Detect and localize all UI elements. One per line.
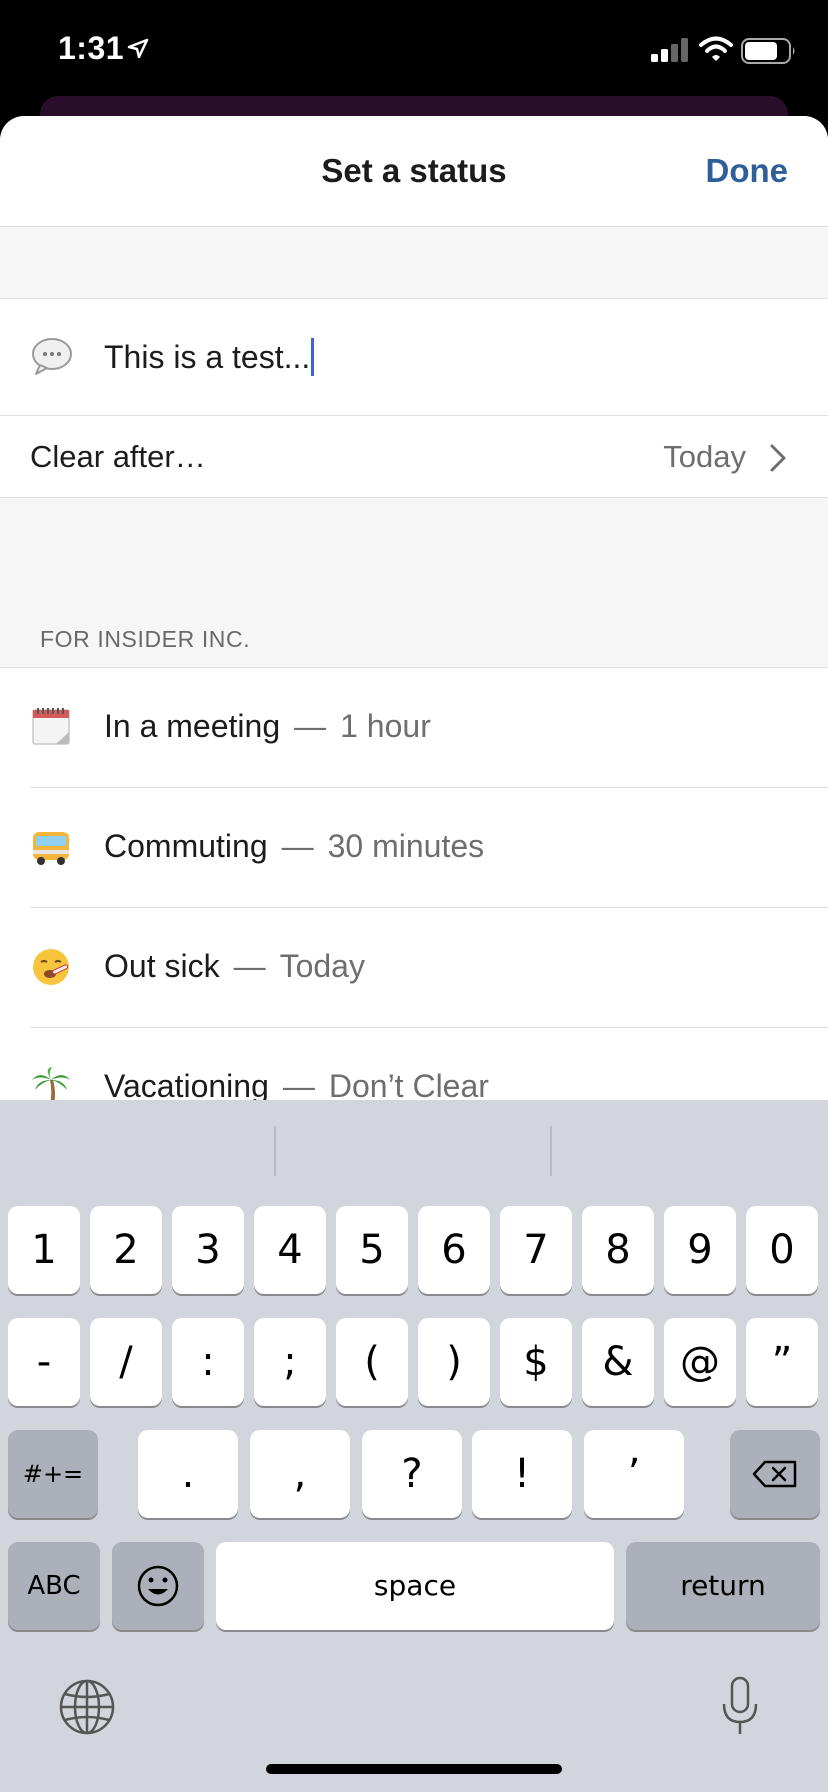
prediction-divider [550, 1126, 552, 1176]
key-apostrophe[interactable]: ’ [584, 1430, 684, 1518]
key-2[interactable]: 2 [90, 1206, 162, 1294]
preset-text: In a meeting — 1 hour [104, 708, 431, 745]
clear-after-row[interactable]: Clear after… Today [0, 416, 828, 498]
key-period[interactable]: . [138, 1430, 238, 1518]
key-return[interactable]: return [626, 1542, 820, 1630]
status-input-row[interactable]: This is a test... [0, 298, 828, 416]
preset-commuting[interactable]: Commuting — 30 minutes [0, 788, 828, 908]
wifi-icon [699, 36, 733, 61]
status-bar: 1:31 [0, 0, 828, 100]
clear-after-label: Clear after… [30, 439, 206, 474]
preset-text: Vacationing — Don’t Clear [104, 1068, 489, 1100]
keyboard: 1 2 3 4 5 6 7 8 9 0 - / : ; ( ) $ & @ ” … [0, 1100, 828, 1792]
key-quote[interactable]: ” [746, 1318, 818, 1406]
globe-icon[interactable] [58, 1678, 116, 1736]
preset-dash: — [294, 708, 327, 744]
key-8[interactable]: 8 [582, 1206, 654, 1294]
key-9[interactable]: 9 [664, 1206, 736, 1294]
key-abc-mode[interactable]: ABC [8, 1542, 100, 1630]
preset-label: In a meeting [104, 708, 281, 744]
key-6[interactable]: 6 [418, 1206, 490, 1294]
calendar-icon [32, 708, 70, 745]
section-header: FOR INSIDER INC. [40, 626, 251, 652]
battery-icon [741, 38, 795, 64]
key-delete[interactable] [730, 1430, 820, 1518]
cellular-signal-icon [651, 38, 688, 62]
status-input[interactable]: This is a test... [104, 338, 315, 376]
preset-status-list: In a meeting — 1 hour Commuting — 30 minutes [0, 667, 828, 1100]
key-emoji[interactable] [112, 1542, 204, 1630]
palm-tree-icon [32, 1067, 70, 1100]
key-4[interactable]: 4 [254, 1206, 326, 1294]
key-dollar[interactable]: $ [500, 1318, 572, 1406]
preset-duration: 1 hour [340, 708, 431, 744]
key-1[interactable]: 1 [8, 1206, 80, 1294]
preset-in-a-meeting[interactable]: In a meeting — 1 hour [0, 668, 828, 788]
preset-duration: Today [279, 948, 365, 984]
key-semicolon[interactable]: ; [254, 1318, 326, 1406]
sick-face-icon [33, 949, 69, 985]
key-open-paren[interactable]: ( [336, 1318, 408, 1406]
location-arrow-icon [127, 38, 149, 59]
key-colon[interactable]: : [172, 1318, 244, 1406]
status-time: 1:31 [58, 30, 125, 66]
set-status-sheet: Set a status Done This is a test... Clea… [0, 116, 828, 1100]
bus-icon [33, 832, 69, 865]
key-hyphen[interactable]: - [8, 1318, 80, 1406]
preset-dash: — [282, 1068, 315, 1100]
key-comma[interactable]: , [250, 1430, 350, 1518]
emoji-icon [137, 1565, 179, 1607]
key-close-paren[interactable]: ) [418, 1318, 490, 1406]
key-at[interactable]: @ [664, 1318, 736, 1406]
done-button[interactable]: Done [706, 152, 789, 190]
key-7[interactable]: 7 [500, 1206, 572, 1294]
key-question[interactable]: ? [362, 1430, 462, 1518]
prediction-divider [274, 1126, 276, 1176]
page-title: Set a status [321, 152, 507, 189]
preset-vacationing[interactable]: Vacationing — Don’t Clear [0, 1028, 828, 1100]
preset-duration: 30 minutes [327, 828, 485, 864]
status-input-value: This is a test... [104, 339, 311, 375]
microphone-icon[interactable] [720, 1676, 760, 1738]
text-caret [311, 338, 315, 376]
preset-dash: — [281, 828, 314, 864]
key-slash[interactable]: / [90, 1318, 162, 1406]
preset-text: Out sick — Today [104, 948, 365, 985]
key-5[interactable]: 5 [336, 1206, 408, 1294]
preset-dash: — [233, 948, 266, 984]
key-space[interactable]: space [216, 1542, 614, 1630]
key-exclamation[interactable]: ! [472, 1430, 572, 1518]
speech-bubble-icon[interactable] [30, 336, 74, 376]
preset-label: Vacationing [104, 1068, 269, 1100]
key-0[interactable]: 0 [746, 1206, 818, 1294]
clear-after-value: Today [663, 439, 746, 474]
preset-label: Out sick [104, 948, 220, 984]
key-ampersand[interactable]: & [582, 1318, 654, 1406]
key-3[interactable]: 3 [172, 1206, 244, 1294]
home-indicator [266, 1764, 562, 1774]
preset-text: Commuting — 30 minutes [104, 828, 484, 865]
nav-bar: Set a status Done [0, 116, 828, 227]
preset-out-sick[interactable]: Out sick — Today [0, 908, 828, 1028]
key-symbols-mode[interactable]: #+= [8, 1430, 98, 1518]
backspace-icon [752, 1460, 797, 1488]
preset-duration: Don’t Clear [328, 1068, 489, 1100]
preset-label: Commuting [104, 828, 268, 864]
chevron-right-icon [770, 444, 786, 472]
